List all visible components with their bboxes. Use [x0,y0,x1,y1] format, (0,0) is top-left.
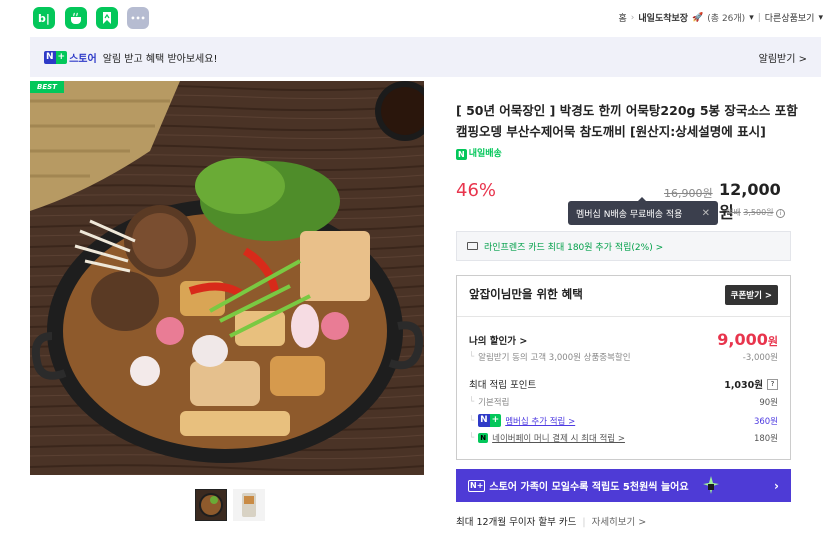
breadcrumb-category[interactable]: 내일도착보장 [638,11,688,24]
installment-info: 최대 12개월 무이자 할부 카드 | 자세히보기 > [456,514,646,528]
cafe-icon[interactable] [65,7,87,29]
card-benefit-text: 라인프렌즈 카드 최대 180원 추가 적립(2%) > [484,242,664,253]
membership-points-value: 360원 [753,416,778,427]
shipping-label: 택배 [726,208,741,217]
chevron-right-icon: › [774,478,779,493]
hook-icon: └ [469,433,475,443]
alert-discount-value: -3,000원 [742,353,778,363]
chevron-down-icon[interactable]: ▾ [749,13,754,23]
sparkle-character-icon [702,475,719,494]
shipping-fee: 택배 3,500원 i [726,207,786,218]
credit-card-icon [467,242,478,250]
close-icon[interactable]: ✕ [702,208,710,219]
divider [457,316,790,317]
installment-text: 최대 12개월 무이자 할부 카드 [456,517,577,528]
bookmark-icon[interactable] [96,7,118,29]
basic-points-value: 90원 [759,398,778,408]
breadcrumb: 홈 › 내일도착보장 🚀 (총 26개) ▾ | 다른상품보기 ▾ [619,11,824,25]
naverpay-points-link[interactable]: 네이버페이 머니 결제 시 최대 적립 > [492,432,625,444]
nplus-badge: N + [44,50,68,64]
my-discount-row: 나의 할인가 > 9,000원 [469,330,778,349]
thumbnail-1[interactable] [195,489,227,521]
truck-icon: N [456,149,467,160]
card-benefit-box[interactable]: 라인프렌즈 카드 최대 180원 추가 적립(2%) > [456,231,791,261]
breadcrumb-count: (총 26개) [707,14,746,24]
banner-store-label: 스토어 [69,53,97,65]
nplus-badge-plus: + [489,414,502,427]
installment-divider: | [582,517,586,528]
benefit-panel: 앞잡이님만을 위한 혜택 쿠폰받기 > 나의 할인가 > 9,000원 └ 알림… [456,275,791,460]
thumbnail-2[interactable] [233,489,265,521]
tomorrow-delivery-tag: N 내일배송 [456,144,502,165]
nplus-badge: N + [468,479,486,492]
nplus-badge-plus: + [476,480,484,490]
product-title-text: [ 50년 어묵장인 ] 박경도 한끼 어묵탕220g 5봉 장국소스 포함 캠… [456,103,798,139]
shipping-tooltip: 멤버십 N배송 무료배송 적용 ✕ [568,197,718,225]
points-label: 최대 적립 포인트 [469,380,537,391]
shipping-tooltip-text: 멤버십 N배송 무료배송 적용 [576,209,683,220]
nplus-badge-n: N [478,414,490,427]
shipping-original: 3,500원 [743,208,774,217]
tomorrow-delivery-label: 내일배송 [468,149,502,159]
breadcrumb-other[interactable]: 다른상품보기 [765,11,815,24]
banner-message: 알림 받고 혜택 받아보세요! [102,53,218,65]
membership-points-row: └ N + 멤버십 추가 적립 > 360원 [469,414,778,427]
basic-points-label: 기본적립 [478,398,510,408]
chevron-down-icon[interactable]: ▾ [818,13,823,23]
product-main-image[interactable]: BEST [30,81,424,475]
help-icon[interactable]: ? [767,378,778,390]
benefit-heading: 앞잡이님만을 위한 혜택 [469,287,583,301]
thumbnail-2-illustration [242,493,256,517]
naverpay-points-row: └ N 네이버페이 머니 결제 시 최대 적립 > 180원 [469,432,778,444]
original-price: 16,900원 [664,187,713,200]
naverpay-icon: N [478,433,489,443]
thumbnail-1-illustration [199,493,223,517]
breadcrumb-home[interactable]: 홈 [619,11,627,24]
alert-discount-label: 알림받기 동의 고객 3,000원 상품중복할인 [478,353,631,363]
nplus-badge: N + [478,414,502,427]
nplus-badge-n: N [44,50,56,64]
my-discount-value: 9,000 [717,330,768,349]
installment-details-link[interactable]: 자세히보기 > [592,517,647,528]
family-promo-banner[interactable]: N + 스토어 가족이 모일수록 적립도 5천원씩 늘어요 › [456,469,791,502]
notification-banner: N + 스토어 알림 받고 혜택 받아보세요! 알림받기 > [30,37,821,77]
hook-icon: └ [469,352,475,362]
blog-icon-label: b| [38,11,50,25]
hook-icon: └ [469,397,475,407]
my-discount-price: 9,000원 [717,330,778,349]
best-badge: BEST [30,81,64,93]
product-title: [ 50년 어묵장인 ] 박경도 한끼 어묵탕220g 5봉 장국소스 포함 캠… [456,100,801,165]
info-icon[interactable]: i [776,209,786,218]
membership-points-link[interactable]: 멤버십 추가 적립 > [505,415,575,427]
hook-icon: └ [469,415,475,426]
alert-subscribe-link[interactable]: 알림받기 > [759,50,807,65]
discount-rate: 46% [456,180,497,201]
nplus-badge-n: N [470,480,477,490]
points-value: 1,030원 [724,380,763,391]
rocket-icon: 🚀 [692,12,704,23]
points-row: 최대 적립 포인트 1,030원 ? [469,377,778,391]
blog-icon[interactable]: b| [33,7,55,29]
my-discount-unit: 원 [767,335,778,348]
nplus-badge-plus: + [55,50,68,64]
promo-text: 스토어 가족이 모일수록 적립도 5천원씩 늘어요 [489,482,689,493]
coupon-button[interactable]: 쿠폰받기 > [724,285,778,305]
basic-points-row: └ 기본적립 90원 [469,396,778,408]
fishcake-soup-illustration [30,81,424,475]
more-apps-icon[interactable]: ••• [127,7,149,29]
top-bar: b| ••• 홈 › 내일도착보장 🚀 (총 26개) ▾ | 다른상품보기 ▾ [0,0,835,36]
more-apps-label: ••• [130,13,146,23]
product-info: [ 50년 어묵장인 ] 박경도 한끼 어묵탕220g 5봉 장국소스 포함 캠… [456,100,801,165]
naverpay-points-value: 180원 [753,434,778,444]
alert-discount-row: └ 알림받기 동의 고객 3,000원 상품중복할인 -3,000원 [469,351,778,363]
my-discount-label[interactable]: 나의 할인가 > [469,333,527,347]
breadcrumb-separator: › [630,12,635,23]
breadcrumb-divider: | [757,12,761,23]
